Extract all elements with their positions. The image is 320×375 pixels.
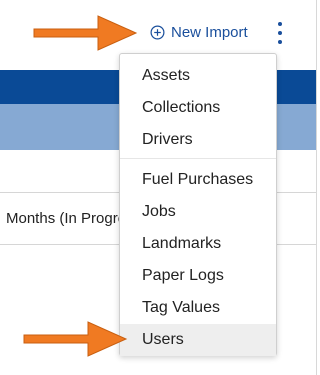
- menu-item-tag-values[interactable]: Tag Values: [120, 292, 276, 324]
- panel-right-border: [316, 0, 317, 375]
- menu-item-label: Landmarks: [142, 235, 222, 252]
- more-options-button[interactable]: [270, 20, 290, 46]
- menu-item-label: Drivers: [142, 131, 193, 148]
- menu-item-label: Fuel Purchases: [142, 171, 254, 188]
- table-row-text: Months (In Progres: [6, 210, 134, 227]
- menu-item-fuel-purchases[interactable]: Fuel Purchases: [120, 164, 276, 196]
- plus-circle-icon: [150, 25, 165, 40]
- new-import-button[interactable]: New Import: [150, 22, 248, 42]
- menu-item-label: Assets: [142, 67, 191, 84]
- menu-divider: [120, 158, 276, 159]
- menu-item-label: Users: [142, 331, 184, 348]
- menu-item-paper-logs[interactable]: Paper Logs: [120, 260, 276, 292]
- new-import-label: New Import: [171, 23, 248, 41]
- orange-arrow-icon: [33, 15, 138, 51]
- menu-item-label: Collections: [142, 99, 221, 116]
- kebab-dot: [278, 40, 282, 44]
- menu-item-drivers[interactable]: Drivers: [120, 124, 276, 156]
- menu-item-users[interactable]: Users: [120, 324, 276, 356]
- menu-item-label: Paper Logs: [142, 267, 224, 284]
- kebab-dot: [278, 22, 282, 26]
- import-type-menu: Assets Collections Drivers Fuel Purchase…: [119, 53, 277, 356]
- menu-item-assets[interactable]: Assets: [120, 60, 276, 92]
- kebab-dot: [278, 31, 282, 35]
- menu-item-jobs[interactable]: Jobs: [120, 196, 276, 228]
- menu-item-label: Jobs: [142, 203, 176, 220]
- menu-item-landmarks[interactable]: Landmarks: [120, 228, 276, 260]
- orange-arrow-icon: [23, 321, 128, 357]
- menu-item-label: Tag Values: [142, 299, 220, 316]
- menu-item-collections[interactable]: Collections: [120, 92, 276, 124]
